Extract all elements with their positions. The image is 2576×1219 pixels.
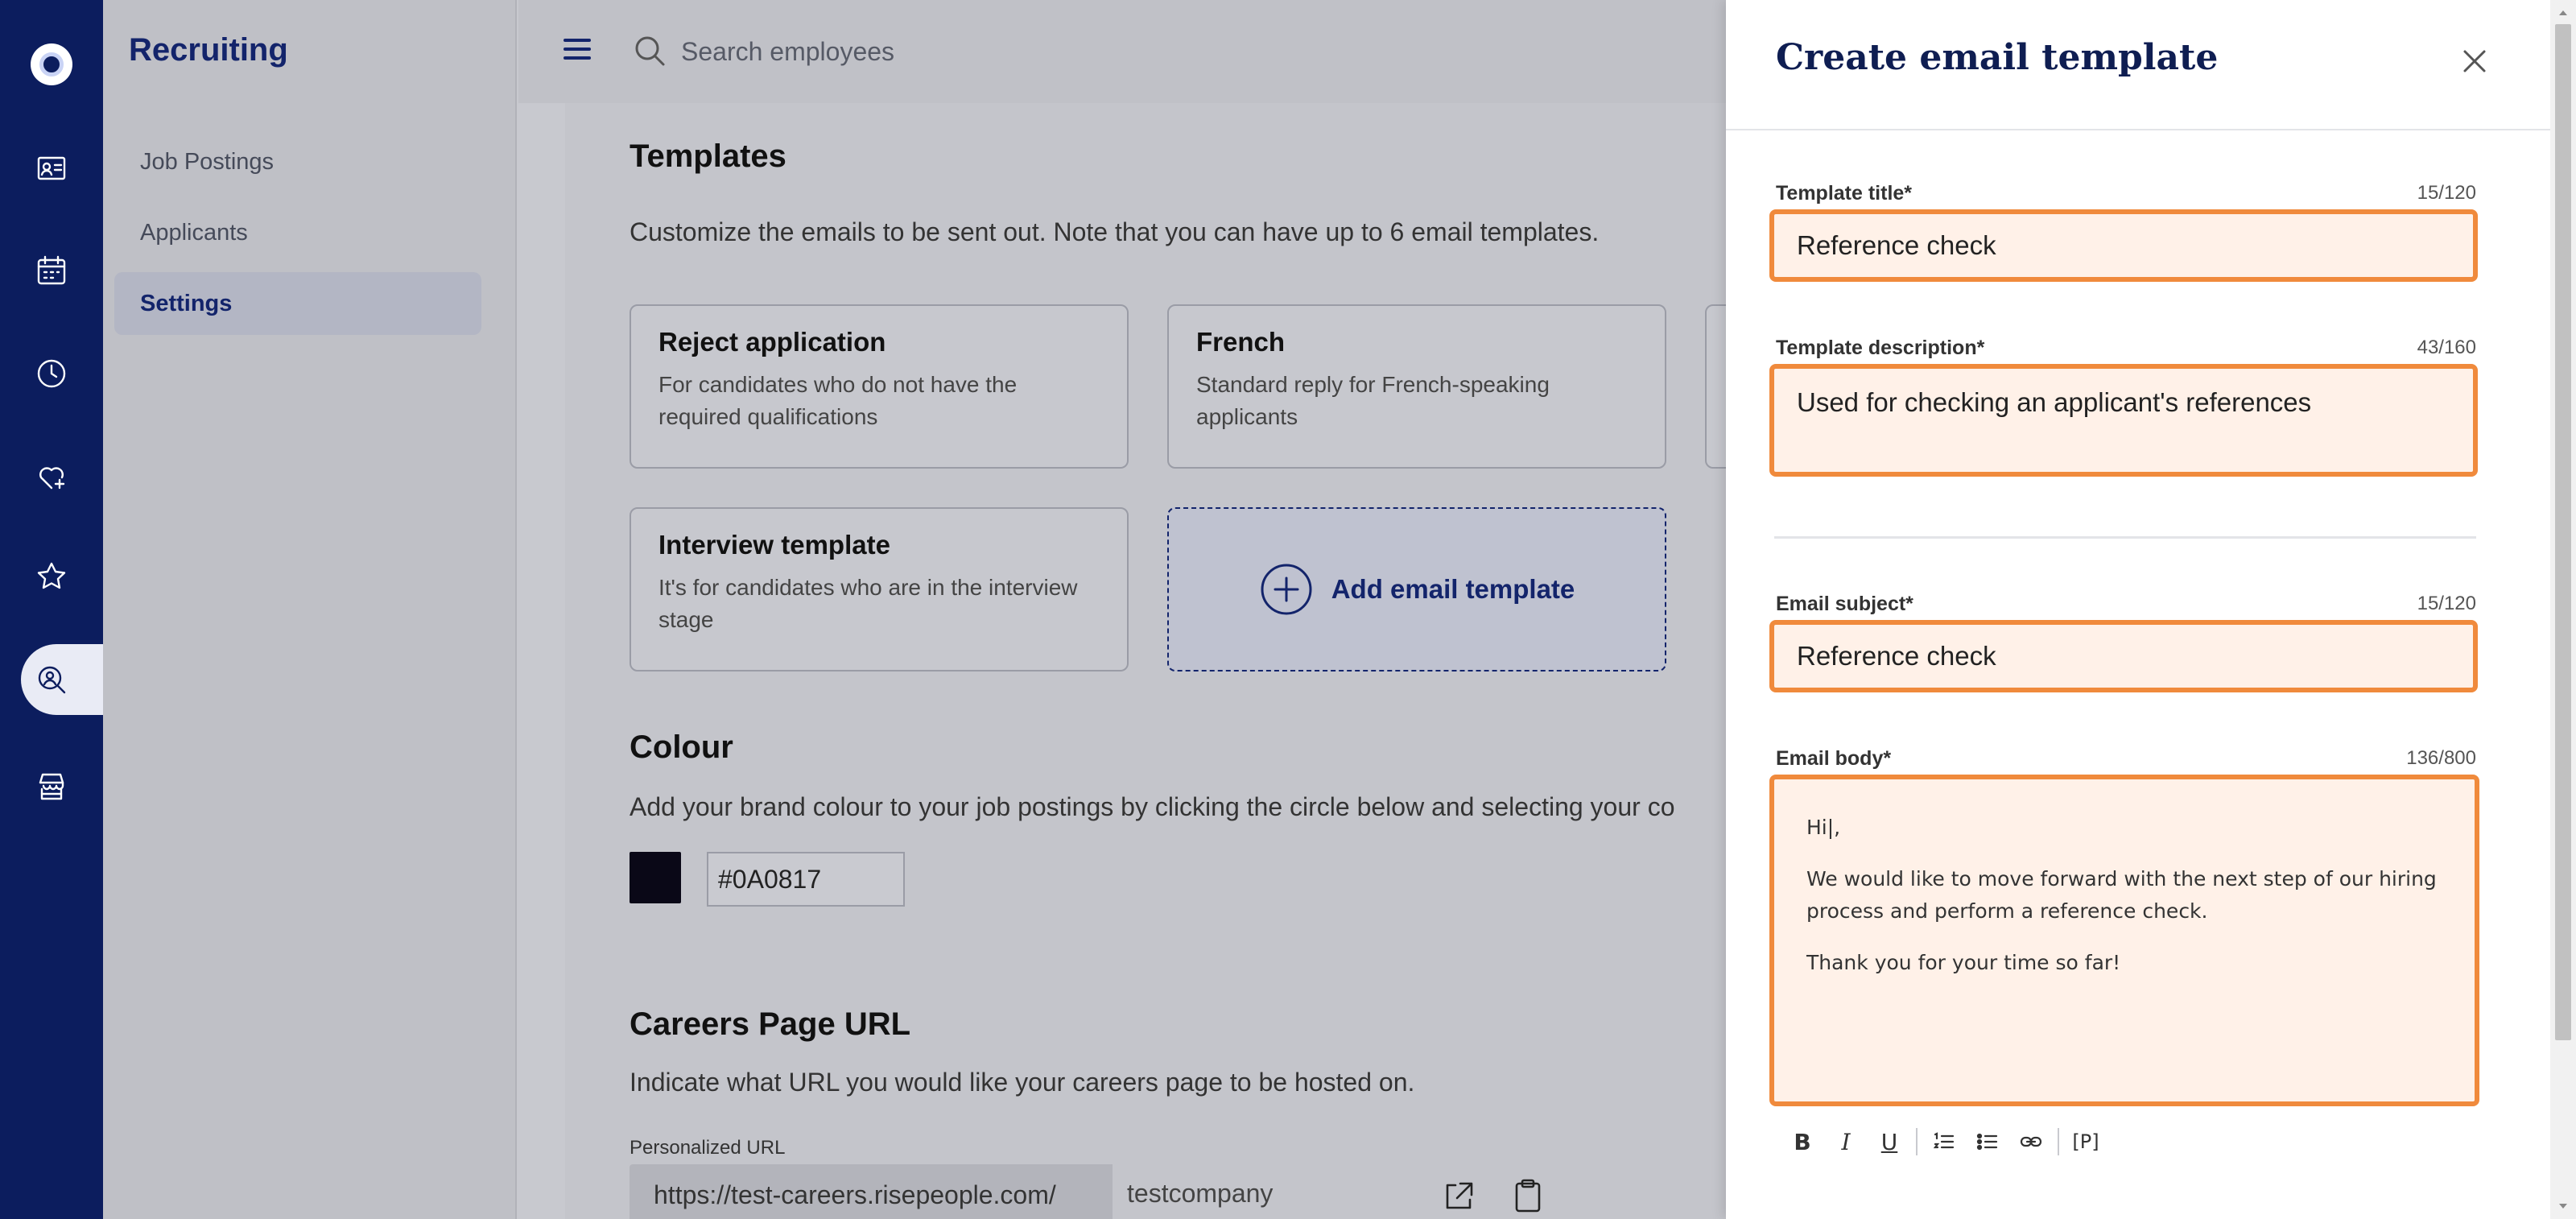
template-description-label: Template description*: [1776, 337, 1985, 359]
sidebar-item-settings[interactable]: Settings: [114, 272, 481, 335]
editor-toolbar: B I U [P]: [1781, 1124, 2107, 1159]
ordered-list-button[interactable]: [1922, 1124, 1966, 1159]
clock-icon: [37, 359, 66, 388]
rail-item-performance[interactable]: [0, 538, 103, 615]
main-content: Templates Customize the emails to be sen…: [565, 103, 1726, 1219]
sidebar-item-job-postings[interactable]: Job Postings: [114, 130, 481, 193]
email-body-count: 136/800: [2406, 747, 2476, 769]
section-divider: [1774, 536, 2476, 539]
templates-description: Customize the emails to be sent out. Not…: [630, 217, 1600, 246]
sidebar-title: Recruiting: [129, 32, 288, 68]
colour-swatch[interactable]: [630, 852, 681, 903]
email-body-greeting: Hi|,: [1806, 816, 1841, 839]
url-prefix: https://test-careers.risepeople.com/: [630, 1164, 1113, 1219]
rail-item-benefits[interactable]: [0, 438, 103, 515]
add-email-template-button[interactable]: Add email template: [1167, 507, 1666, 671]
open-external-icon[interactable]: [1439, 1177, 1478, 1216]
template-card-partial[interactable]: [1705, 304, 1726, 469]
secondary-sidebar: Recruiting Job Postings Applicants Setti…: [103, 0, 517, 1219]
bullet-list-button[interactable]: [1966, 1124, 2009, 1159]
template-description-count: 43/160: [2417, 337, 2476, 358]
scroll-up-icon[interactable]: [2557, 6, 2570, 19]
sidebar-item-applicants[interactable]: Applicants: [114, 201, 481, 264]
template-title-input[interactable]: [1769, 209, 2478, 282]
colour-hex-input[interactable]: [707, 852, 905, 907]
email-subject-input[interactable]: [1769, 620, 2478, 692]
template-title-count: 15/120: [2417, 182, 2476, 204]
colour-description: Add your brand colour to your job postin…: [630, 792, 1675, 821]
scrollbar-thumb[interactable]: [2555, 24, 2571, 1040]
email-body-editor[interactable]: Hi|, We would like to move forward with …: [1769, 775, 2479, 1106]
placeholder-button[interactable]: [P]: [2064, 1124, 2107, 1159]
template-card-description: For candidates who do not have the requi…: [658, 372, 1018, 429]
copy-clipboard-icon[interactable]: [1509, 1177, 1547, 1216]
personalized-url-label: Personalized URL: [630, 1137, 786, 1159]
rail-item-calendar[interactable]: [0, 232, 103, 309]
template-title-label: Template title*: [1776, 182, 1913, 205]
careers-heading: Careers Page URL: [630, 1006, 911, 1042]
template-card-description: It's for candidates who are in the inter…: [658, 575, 1078, 632]
rail-item-store[interactable]: [0, 747, 103, 824]
rail-item-time[interactable]: [0, 335, 103, 412]
drawer-header-divider: [1726, 129, 2550, 130]
email-subject-count: 15/120: [2417, 593, 2476, 614]
star-icon: [37, 562, 66, 589]
scroll-down-icon[interactable]: [2557, 1200, 2570, 1213]
app-logo[interactable]: [31, 43, 72, 85]
top-bar: [518, 0, 1726, 103]
italic-button[interactable]: I: [1824, 1124, 1868, 1159]
link-button[interactable]: [2009, 1124, 2053, 1159]
template-card-title: Interview template: [658, 530, 890, 560]
template-card-reject[interactable]: Reject application For candidates who do…: [630, 304, 1129, 469]
id-card-icon: [37, 156, 66, 180]
link-icon: [2020, 1136, 2042, 1147]
search-person-icon: [38, 666, 66, 694]
bullet-list-icon: [1976, 1133, 1998, 1151]
icon-rail: [0, 0, 118, 1219]
colour-heading: Colour: [630, 729, 733, 765]
add-email-template-label: Add email template: [1331, 574, 1575, 604]
template-card-french[interactable]: French Standard reply for French-speakin…: [1167, 304, 1666, 469]
toolbar-separator: [1916, 1128, 1918, 1155]
underline-button[interactable]: U: [1868, 1124, 1911, 1159]
search-input[interactable]: [681, 29, 1164, 74]
scrollbar[interactable]: [2550, 0, 2576, 1219]
bold-button[interactable]: B: [1781, 1124, 1824, 1159]
close-icon[interactable]: [2458, 45, 2491, 77]
rail-item-directory[interactable]: [0, 129, 103, 206]
toolbar-separator: [2058, 1128, 2059, 1155]
template-card-title: French: [1196, 327, 1286, 357]
url-suffix-input[interactable]: testcompany: [1127, 1179, 1273, 1209]
template-card-interview[interactable]: Interview template It's for candidates w…: [630, 507, 1129, 671]
careers-description: Indicate what URL you would like your ca…: [630, 1068, 1415, 1097]
email-body-label: Email body*: [1776, 747, 1892, 770]
create-template-drawer: Create email template Template title* 15…: [1726, 0, 2550, 1219]
template-card-title: Reject application: [658, 327, 886, 357]
storefront-icon: [39, 773, 64, 800]
calendar-icon: [37, 255, 66, 285]
ordered-list-icon: [1933, 1132, 1955, 1149]
template-card-description: Standard reply for French-speaking appli…: [1196, 372, 1550, 429]
rail-item-recruiting[interactable]: [0, 641, 118, 718]
email-subject-label: Email subject*: [1776, 593, 1913, 615]
menu-icon[interactable]: [564, 39, 591, 61]
template-description-textarea[interactable]: [1769, 364, 2478, 477]
templates-heading: Templates: [630, 138, 786, 174]
search-icon: [635, 36, 665, 66]
email-body-paragraph: Thank you for your time so far!: [1806, 951, 2121, 974]
email-body-paragraph: We would like to move forward with the n…: [1806, 867, 2437, 923]
heart-plus-icon: [39, 467, 65, 490]
drawer-title: Create email template: [1776, 37, 2219, 78]
plus-circle-icon: [1261, 564, 1312, 615]
